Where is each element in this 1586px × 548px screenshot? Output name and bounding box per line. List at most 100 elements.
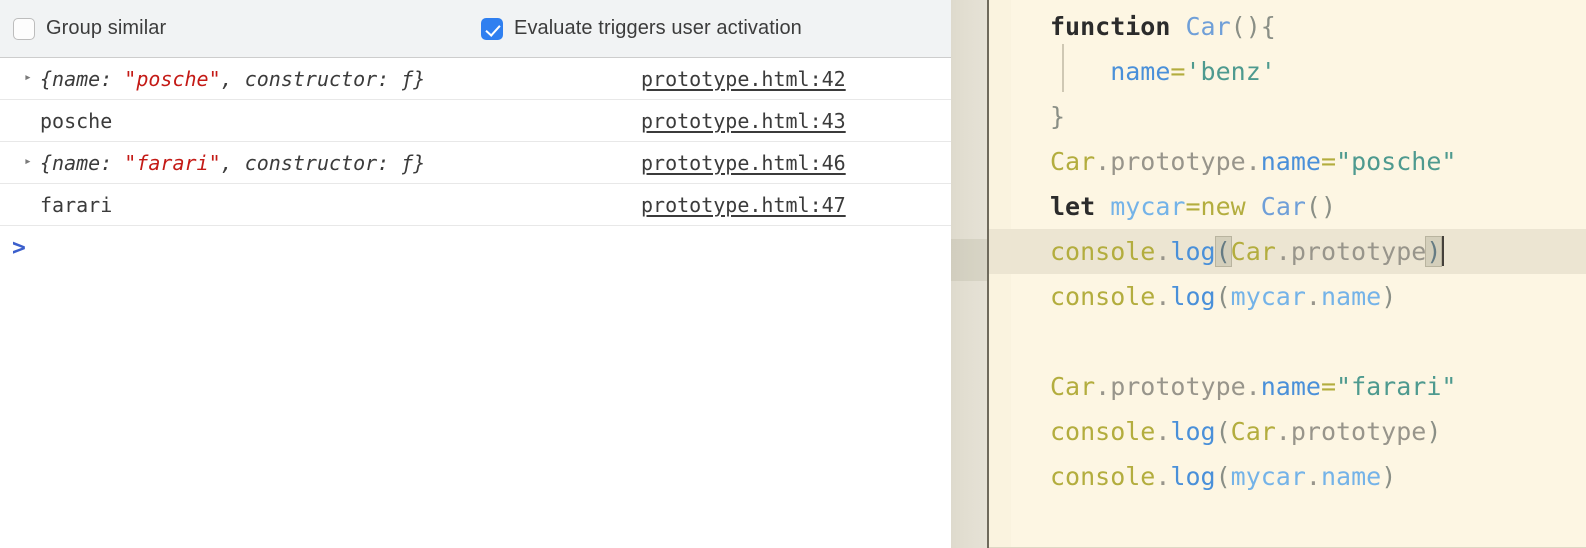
pane-divider-active-band	[951, 239, 987, 281]
code-token-identifier: Car	[1050, 372, 1096, 401]
table-row[interactable]: posche prototype.html:43	[0, 100, 951, 142]
object-prefix: {name:	[40, 66, 125, 91]
source-link[interactable]: prototype.html:42	[641, 67, 846, 91]
console-message: farari	[0, 193, 112, 217]
pane-divider[interactable]	[951, 0, 989, 548]
object-prefix: {name:	[40, 150, 125, 175]
code-token-method: log	[1170, 237, 1216, 266]
code-token-property: .prototype	[1275, 417, 1427, 446]
group-similar-toggle[interactable]: Group similar	[13, 17, 166, 40]
indent-guide	[1062, 44, 1064, 92]
code-token-identifier: Car	[1230, 237, 1276, 266]
console-text: posche	[40, 108, 113, 133]
code-token-keyword: let	[1050, 192, 1096, 221]
chevron-right-icon[interactable]: ▸	[24, 155, 40, 168]
console-prompt[interactable]: >	[0, 226, 951, 270]
code-token-identifier: console	[1050, 282, 1156, 311]
code-line[interactable]: }	[989, 94, 1586, 139]
evaluate-triggers-label: Evaluate triggers user activation	[514, 17, 802, 39]
text-cursor	[1442, 236, 1445, 266]
group-similar-label: Group similar	[46, 17, 167, 39]
table-row[interactable]: farari prototype.html:47	[0, 184, 951, 226]
console-input[interactable]	[26, 226, 951, 270]
source-link[interactable]: prototype.html:46	[641, 151, 846, 175]
evaluate-triggers-user-activation-toggle[interactable]: Evaluate triggers user activation	[481, 17, 802, 40]
console-text: farari	[40, 192, 113, 217]
table-row[interactable]: ▸ {name: "farari", constructor: ƒ} protot…	[0, 142, 951, 184]
code-line[interactable]: console.log(mycar.name)	[989, 274, 1586, 319]
console-message[interactable]: ▸ {name: "posche", constructor: ƒ}	[0, 67, 425, 91]
code-token-brace: }	[1050, 102, 1066, 131]
code-token-property-name: name	[1320, 462, 1382, 491]
object-string-value: "farari"	[124, 150, 221, 175]
object-suffix: , constructor: ƒ}	[220, 150, 426, 175]
object-suffix: , constructor: ƒ}	[220, 66, 426, 91]
code-token-identifier: console	[1050, 417, 1156, 446]
checkbox-icon[interactable]	[13, 17, 35, 40]
source-link[interactable]: prototype.html:47	[641, 193, 846, 217]
code-line[interactable]: name='benz'	[989, 49, 1586, 94]
code-token-method: log	[1170, 282, 1216, 311]
code-line[interactable]: Car.prototype.name="posche"	[989, 139, 1586, 184]
code-line[interactable]: Car.prototype.name="farari"	[989, 364, 1586, 409]
console-message-list: ▸ {name: "posche", constructor: ƒ} protot…	[0, 58, 951, 226]
code-token-dot: .	[1155, 282, 1171, 311]
code-token-dot: .	[1305, 282, 1321, 311]
code-line[interactable]: console.log(mycar.name)	[989, 454, 1586, 499]
code-token-string: 'benz'	[1185, 57, 1276, 86]
code-token-variable: mycar	[1230, 462, 1306, 491]
code-token-keyword: function	[1050, 12, 1171, 41]
code-token-parens: (){	[1230, 12, 1276, 41]
code-token-variable: name	[1050, 57, 1171, 86]
code-token-matching-paren-open: (	[1214, 236, 1232, 267]
prompt-chevron-icon: >	[12, 234, 26, 261]
code-token-variable: mycar	[1230, 282, 1306, 311]
console-message[interactable]: ▸ {name: "farari", constructor: ƒ}	[0, 151, 425, 175]
code-token-property-name: name	[1260, 147, 1321, 176]
code-content[interactable]: function Car(){ name='benz' } Car.protot…	[989, 0, 1586, 499]
code-token-method: log	[1170, 417, 1216, 446]
code-token-variable: mycar	[1110, 192, 1186, 221]
code-line[interactable]: let mycar=new Car()	[989, 184, 1586, 229]
console-panel: Group similar Evaluate triggers user act…	[0, 0, 951, 548]
code-token-parens: (	[1215, 462, 1231, 491]
code-token-identifier: Car	[1050, 147, 1096, 176]
code-token-property-name: name	[1320, 282, 1382, 311]
code-line[interactable]: console.log(Car.prototype)	[989, 409, 1586, 454]
code-line[interactable]: function Car(){	[989, 4, 1586, 49]
code-token-method: log	[1170, 462, 1216, 491]
code-token-dot: .	[1155, 237, 1171, 266]
code-token-parens: (	[1215, 282, 1231, 311]
code-token-dot: .	[1155, 462, 1171, 491]
checkbox-checked-icon[interactable]	[481, 17, 503, 40]
code-token-function-name: Car	[1260, 192, 1306, 221]
object-string-value: "posche"	[124, 66, 221, 91]
source-link[interactable]: prototype.html:43	[641, 109, 846, 133]
code-token-operator: =	[1170, 57, 1186, 86]
table-row[interactable]: ▸ {name: "posche", constructor: ƒ} protot…	[0, 58, 951, 100]
code-token-parens: )	[1381, 462, 1397, 491]
code-token-identifier: Car	[1230, 417, 1276, 446]
code-token-operator: =	[1320, 372, 1337, 401]
chevron-right-icon[interactable]: ▸	[24, 71, 40, 84]
console-toolbar: Group similar Evaluate triggers user act…	[0, 0, 951, 58]
code-token-property-name: name	[1260, 372, 1321, 401]
code-editor-panel[interactable]: function Car(){ name='benz' } Car.protot…	[989, 0, 1586, 548]
code-token-property: .prototype	[1275, 237, 1427, 266]
code-token-operator: =new	[1185, 192, 1246, 221]
code-token-string: "posche"	[1336, 147, 1457, 176]
console-message: posche	[0, 109, 112, 133]
code-token-dot: .	[1155, 417, 1171, 446]
code-line-empty[interactable]	[989, 319, 1586, 364]
devtools-split-view: Group similar Evaluate triggers user act…	[0, 0, 1586, 548]
code-token-operator: =	[1320, 147, 1337, 176]
code-token-identifier: console	[1050, 462, 1156, 491]
code-token-dot: .	[1305, 462, 1321, 491]
code-token-string: "farari"	[1336, 372, 1457, 401]
code-token-parens: ()	[1305, 192, 1337, 221]
code-token-identifier: console	[1050, 237, 1156, 266]
code-line-active[interactable]: console.log(Car.prototype)	[989, 229, 1586, 274]
